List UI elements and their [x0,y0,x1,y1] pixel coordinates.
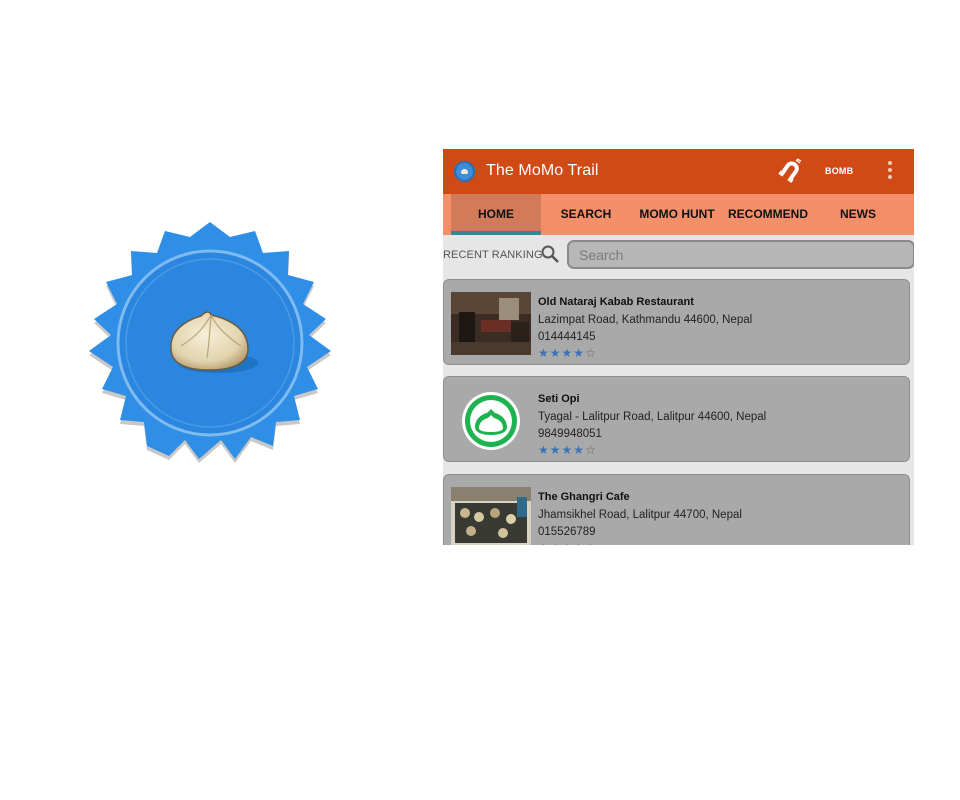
list-item[interactable]: Seti Opi Tyagal - Lalitpur Road, Lalitpu… [443,376,910,462]
restaurant-address: Jhamsikhel Road, Lalitpur 44700, Nepal [538,509,742,521]
restaurant-phone: 015526789 [538,526,596,538]
restaurant-phone: 014444145 [538,331,596,343]
star-empty-icon: ☆ [585,443,597,457]
app-title: The MoMo Trail [486,162,599,179]
app-logo-icon[interactable] [454,161,475,182]
restaurant-phone: 9849948051 [538,428,602,440]
list-item[interactable]: The Ghangri Cafe Jhamsikhel Road, Lalitp… [443,474,910,545]
star-filled-icon: ★ [549,346,562,360]
star-empty-icon: ☆ [585,541,597,545]
momo-trail-logo-badge [85,218,335,468]
restaurant-name: Old Nataraj Kabab Restaurant [538,296,694,308]
search-row: RECENT RANKING [443,235,914,275]
restaurant-name: Seti Opi [538,393,580,405]
app-bar: The MoMo Trail BOMB [443,149,914,194]
tab-home[interactable]: HOME [451,194,541,235]
magnet-icon[interactable] [777,158,803,184]
star-filled-icon: ★ [561,346,574,360]
star-filled-icon: ★ [549,443,562,457]
restaurant-logo-icon [462,392,520,450]
star-filled-icon: ★ [538,541,550,545]
rating-stars: ★★★★☆ [538,346,597,360]
restaurant-photo [451,292,531,355]
tab-news[interactable]: NEWS [813,194,903,235]
tab-search[interactable]: SEARCH [541,194,631,235]
star-empty-icon: ☆ [585,346,597,360]
star-filled-icon: ★ [573,541,585,545]
list-item[interactable]: Old Nataraj Kabab Restaurant Lazimpat Ro… [443,279,910,365]
restaurant-address: Tyagal - Lalitpur Road, Lalitpur 44600, … [538,411,767,423]
search-icon[interactable] [540,244,560,264]
rating-stars: ★★★★☆ [538,443,597,457]
search-input[interactable] [567,240,914,269]
star-filled-icon: ★ [538,443,550,457]
star-filled-icon: ★ [573,443,586,457]
restaurant-address: Lazimpat Road, Kathmandu 44600, Nepal [538,314,753,326]
star-filled-icon: ★ [562,541,574,545]
tab-momo-hunt[interactable]: MOMO HUNT [631,194,723,235]
overflow-menu-icon[interactable] [887,161,893,183]
star-filled-icon: ★ [550,541,562,545]
rating-stars: ★★★★☆ [538,541,597,545]
bomb-button[interactable]: BOMB [825,166,853,176]
star-filled-icon: ★ [561,443,574,457]
star-filled-icon: ★ [573,346,586,360]
restaurant-photo [451,487,531,545]
app-screen: The MoMo Trail BOMB HOME SEARCH MOMO HUN… [443,149,914,545]
tab-recommend[interactable]: RECOMMEND [723,194,813,235]
badge-icon [89,222,331,463]
tab-bar: HOME SEARCH MOMO HUNT RECOMMEND NEWS [443,194,914,235]
restaurant-name: The Ghangri Cafe [538,491,630,503]
star-filled-icon: ★ [538,346,550,360]
recent-ranking-label: RECENT RANKING [443,249,543,261]
